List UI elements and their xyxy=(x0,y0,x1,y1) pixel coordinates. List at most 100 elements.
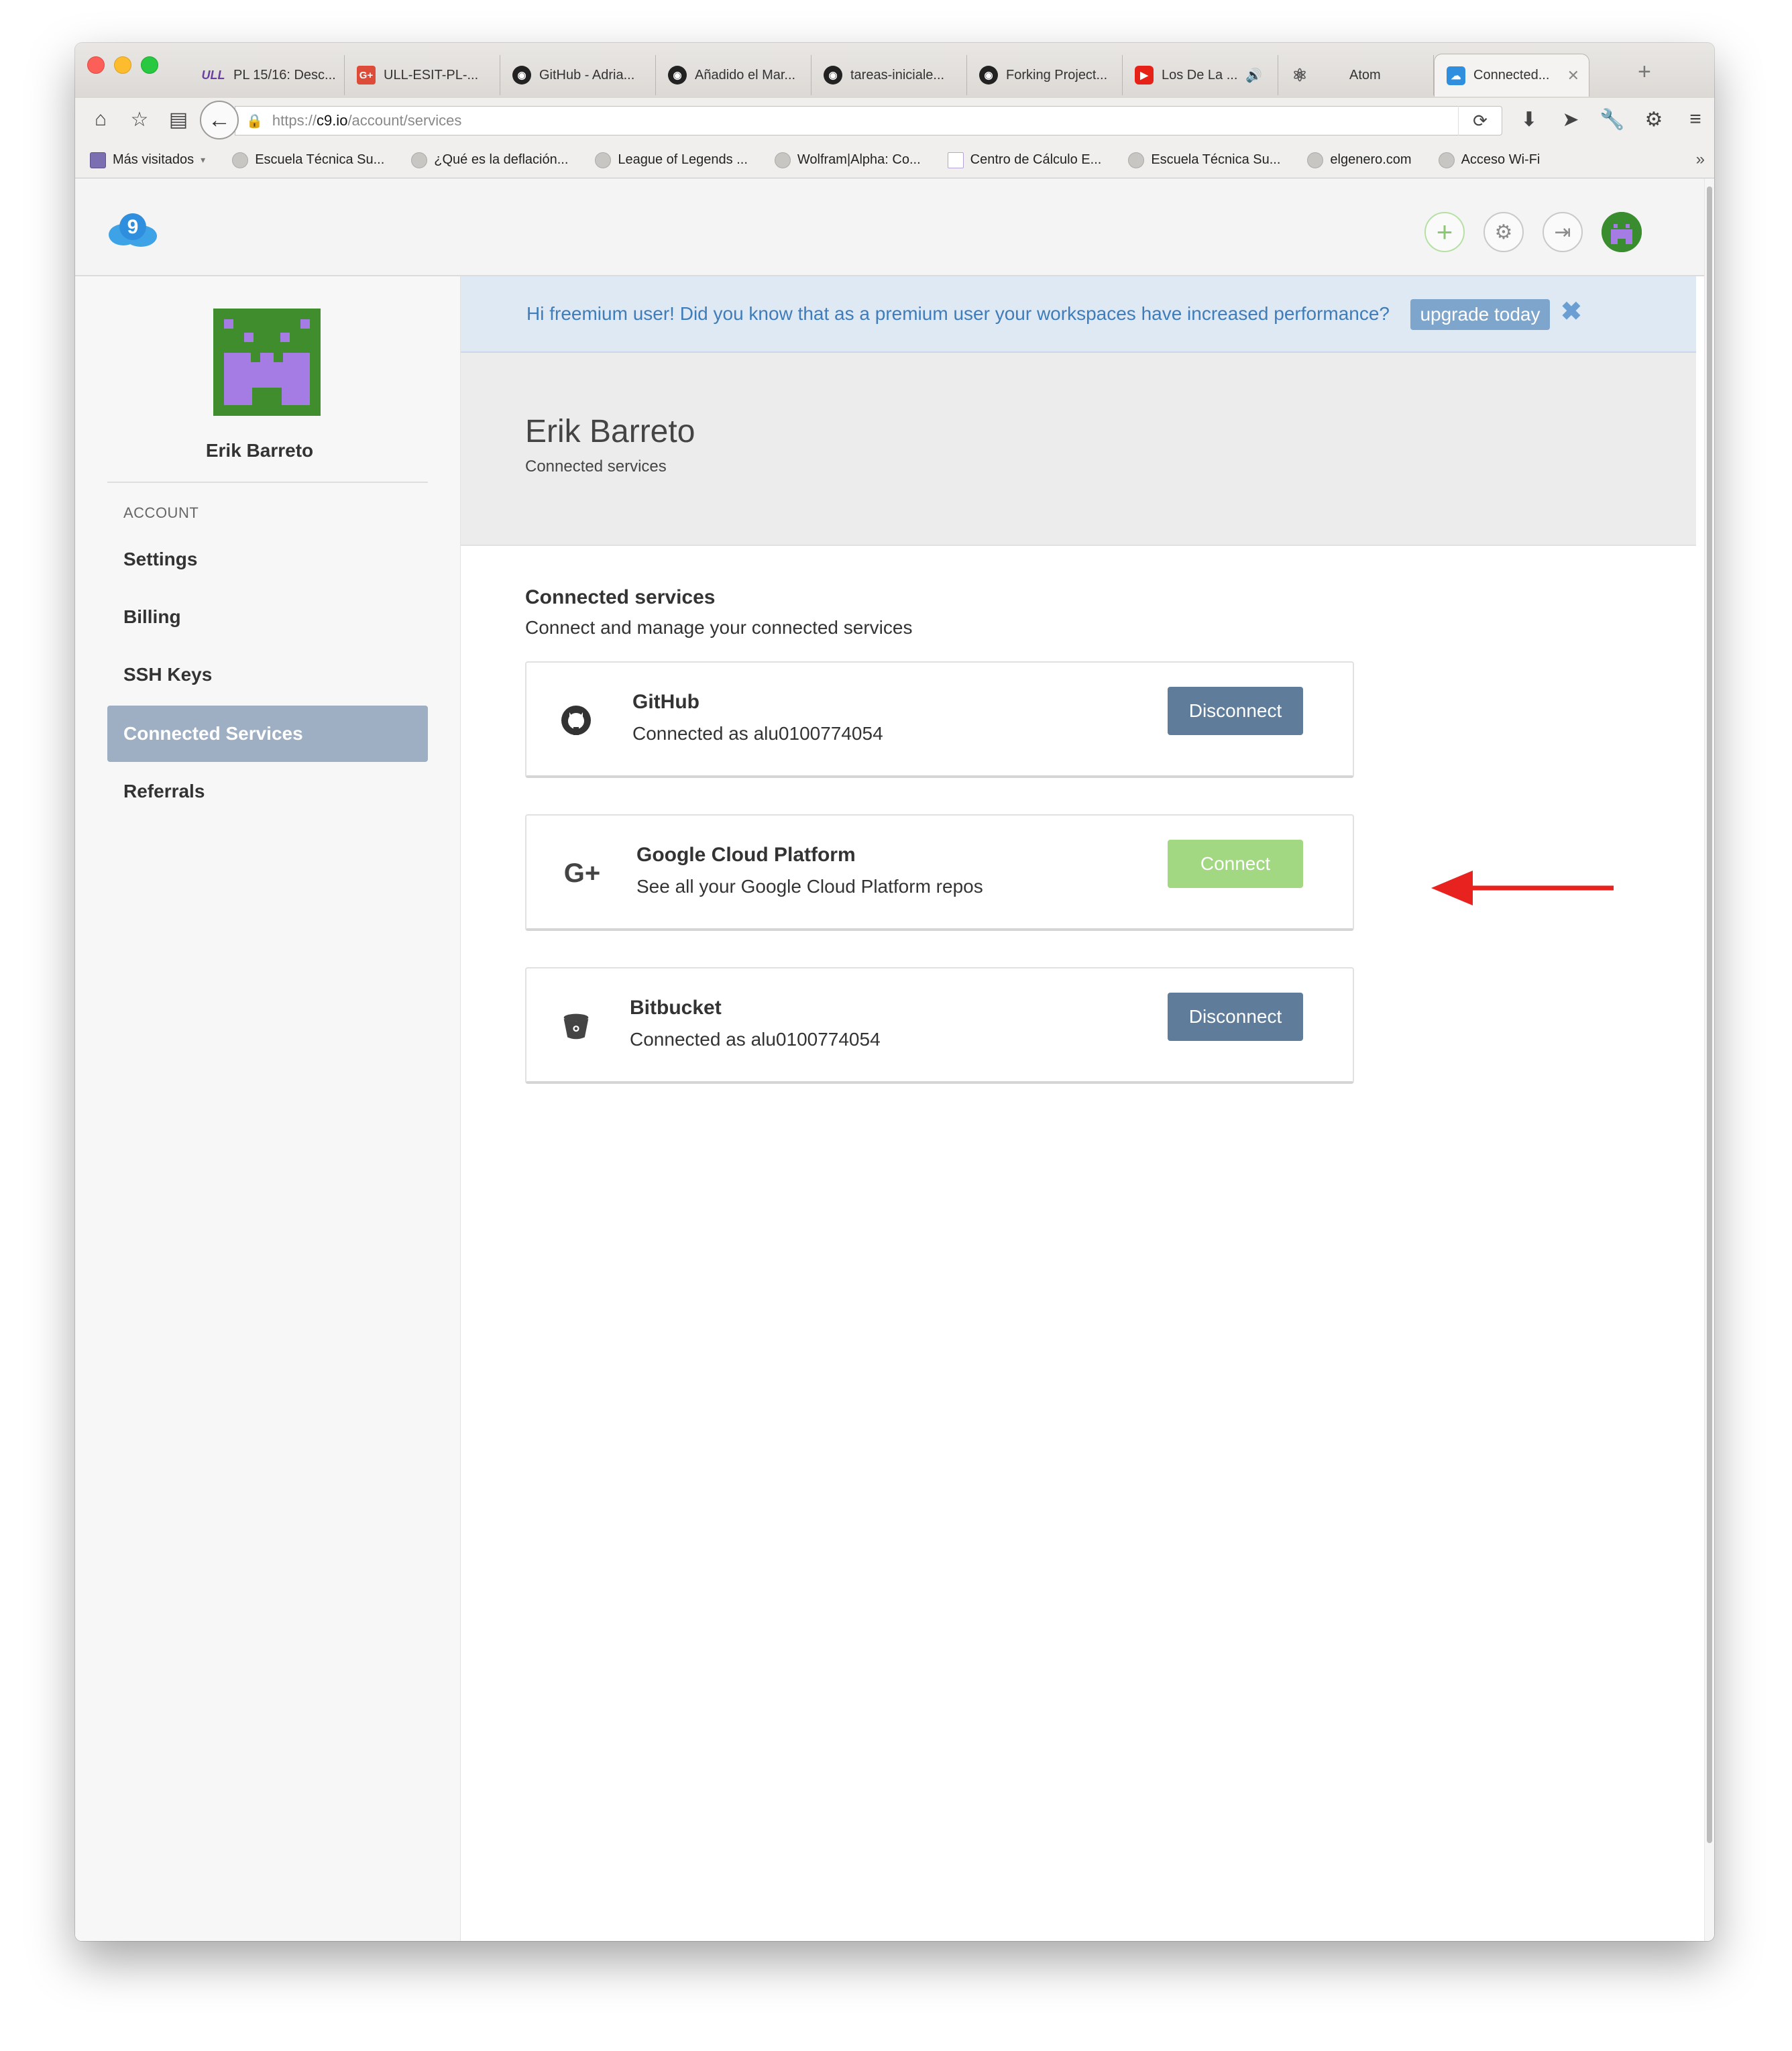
tab-label: GitHub - Adria... xyxy=(539,67,635,82)
minimize-window-icon[interactable] xyxy=(114,56,131,74)
atom-icon: ⚛ xyxy=(1292,64,1308,85)
bitbucket-icon xyxy=(559,1009,594,1044)
browser-tab[interactable]: G+ ULL-ESIT-PL-... xyxy=(345,55,500,95)
speaker-icon[interactable]: 🔊 xyxy=(1245,67,1262,84)
close-window-icon[interactable] xyxy=(87,56,105,74)
reload-icon[interactable]: ⟳ xyxy=(1458,106,1502,135)
browser-tab[interactable]: ◉ tareas-iniciale... xyxy=(811,55,967,95)
sidebar-item-label: SSH Keys xyxy=(123,664,213,685)
service-card-google-cloud: G+ Google Cloud Platform See all your Go… xyxy=(525,814,1354,931)
ull-icon xyxy=(947,152,964,168)
github-icon: ◉ xyxy=(668,66,687,85)
github-icon: ◉ xyxy=(512,66,531,85)
bookmark-item[interactable]: League of Legends ... xyxy=(595,152,748,168)
sidebar-item-ssh-keys[interactable]: SSH Keys xyxy=(107,647,428,703)
tab-strip: ULL PL 15/16: Desc... G+ ULL-ESIT-PL-...… xyxy=(75,43,1714,99)
tab-label: Forking Project... xyxy=(1006,67,1108,82)
globe-icon xyxy=(411,152,428,168)
app-header: 9 + ⚙ ⇥ xyxy=(75,178,1705,276)
reading-list-icon[interactable]: ▤ xyxy=(165,106,192,133)
sidebar-item-label: Referrals xyxy=(123,781,205,801)
home-icon[interactable]: ⌂ xyxy=(87,106,114,133)
send-icon[interactable]: ➤ xyxy=(1557,106,1584,133)
service-detail: See all your Google Cloud Platform repos xyxy=(636,876,983,897)
bookmark-label: Escuela Técnica Su... xyxy=(1151,152,1281,167)
bookmark-label: Escuela Técnica Su... xyxy=(255,152,385,167)
logout-icon[interactable]: ⇥ xyxy=(1543,212,1583,252)
github-icon: ◉ xyxy=(824,66,842,85)
browser-tab[interactable]: ⚛ Atom xyxy=(1278,55,1434,95)
bookmark-label: League of Legends ... xyxy=(618,152,748,167)
bookmark-item[interactable]: Escuela Técnica Su... xyxy=(232,152,384,168)
close-banner-icon[interactable]: ✖ xyxy=(1561,296,1582,327)
avatar[interactable] xyxy=(1602,212,1642,252)
bookmark-item[interactable]: Más visitados ▾ xyxy=(90,152,205,168)
cloud9-logo[interactable]: 9 xyxy=(106,212,160,248)
bookmark-label: Centro de Cálculo E... xyxy=(970,152,1102,167)
browser-tab[interactable]: ◉ GitHub - Adria... xyxy=(500,55,656,95)
lock-icon: 🔒 xyxy=(246,113,263,129)
disconnect-github-button[interactable]: Disconnect xyxy=(1168,687,1303,735)
close-tab-icon[interactable]: ✕ xyxy=(1567,67,1579,85)
upgrade-today-button[interactable]: upgrade today xyxy=(1410,299,1550,330)
bookmark-star-icon[interactable]: ☆ xyxy=(126,106,153,133)
service-name: Google Cloud Platform xyxy=(636,844,856,866)
bookmark-label: elgenero.com xyxy=(1330,152,1412,167)
chevron-down-icon: ▾ xyxy=(201,154,206,165)
invader-avatar-icon xyxy=(213,309,321,416)
url-bar[interactable]: 🔒 https://c9.io/account/services ⟳ xyxy=(235,106,1502,135)
tab-label: Los De La ... xyxy=(1162,67,1238,82)
bookmark-item[interactable]: Escuela Técnica Su... xyxy=(1128,152,1280,168)
profile-avatar xyxy=(213,309,321,416)
globe-icon xyxy=(774,152,791,168)
globe-icon xyxy=(1438,152,1455,168)
svg-text:9: 9 xyxy=(127,216,139,238)
back-button[interactable]: ← xyxy=(200,101,239,140)
sidebar-item-settings[interactable]: Settings xyxy=(107,531,428,588)
window-controls xyxy=(87,56,158,74)
bookmark-item[interactable]: Acceso Wi-Fi xyxy=(1438,152,1540,168)
banner-text: Hi freemium user! Did you know that as a… xyxy=(526,303,1390,324)
sidebar-item-referrals[interactable]: Referrals xyxy=(107,763,428,820)
sidebar-item-connected-services[interactable]: Connected Services xyxy=(107,706,428,762)
hamburger-menu-icon[interactable]: ≡ xyxy=(1682,106,1709,133)
globe-icon xyxy=(1307,152,1324,168)
add-workspace-button[interactable]: + xyxy=(1424,212,1465,252)
tab-label: ULL-ESIT-PL-... xyxy=(384,67,479,82)
connect-google-button[interactable]: Connect xyxy=(1168,840,1303,888)
bookmark-label: ¿Qué es la deflación... xyxy=(434,152,569,167)
divider xyxy=(107,482,428,483)
red-arrow-annotation xyxy=(1431,871,1614,905)
browser-tab[interactable]: ◉ Forking Project... xyxy=(967,55,1123,95)
google-plus-icon: G+ xyxy=(357,66,376,85)
service-name: Bitbucket xyxy=(630,997,722,1019)
download-icon[interactable]: ⬇ xyxy=(1516,106,1543,133)
browser-tab[interactable]: ULL PL 15/16: Desc... xyxy=(189,55,345,95)
sidebar-item-billing[interactable]: Billing xyxy=(107,589,428,645)
browser-window: ULL PL 15/16: Desc... G+ ULL-ESIT-PL-...… xyxy=(75,43,1714,1941)
sidebar-item-label: Connected Services xyxy=(123,723,303,744)
zoom-window-icon[interactable] xyxy=(141,56,158,74)
bookmark-item[interactable]: ¿Qué es la deflación... xyxy=(411,152,568,168)
bookmark-item[interactable]: elgenero.com xyxy=(1307,152,1412,168)
browser-tab-active[interactable]: ☁ Connected... ✕ xyxy=(1434,54,1589,97)
browser-tab[interactable]: ▶ Los De La ... 🔊 xyxy=(1123,55,1278,95)
browser-tab[interactable]: ◉ Añadido el Mar... xyxy=(656,55,811,95)
bookmark-item[interactable]: Wolfram|Alpha: Co... xyxy=(774,152,921,168)
bookmark-item[interactable]: Centro de Cálculo E... xyxy=(947,152,1102,168)
bookmarks-bar: Más visitados ▾ Escuela Técnica Su... ¿Qu… xyxy=(75,142,1714,178)
bookmark-label: Wolfram|Alpha: Co... xyxy=(797,152,921,167)
section-subtitle: Connect and manage your connected servic… xyxy=(525,617,913,638)
bookmarks-overflow-icon[interactable]: » xyxy=(1696,150,1705,169)
google-plus-icon: G+ xyxy=(563,858,601,888)
youtube-icon: ▶ xyxy=(1135,66,1154,85)
scrollbar-thumb[interactable] xyxy=(1707,186,1712,1843)
new-tab-icon[interactable]: + xyxy=(1638,59,1651,85)
disconnect-bitbucket-button[interactable]: Disconnect xyxy=(1168,993,1303,1041)
settings-gear-icon[interactable]: ⚙ xyxy=(1483,212,1524,252)
sidebar-item-label: Billing xyxy=(123,606,181,627)
service-card-github: GitHub Connected as alu0100774054 Discon… xyxy=(525,661,1354,778)
page-scrollbar[interactable] xyxy=(1704,178,1714,1941)
wrench-icon[interactable]: 🔧 xyxy=(1599,106,1626,133)
gear-icon[interactable]: ⚙ xyxy=(1640,106,1667,133)
